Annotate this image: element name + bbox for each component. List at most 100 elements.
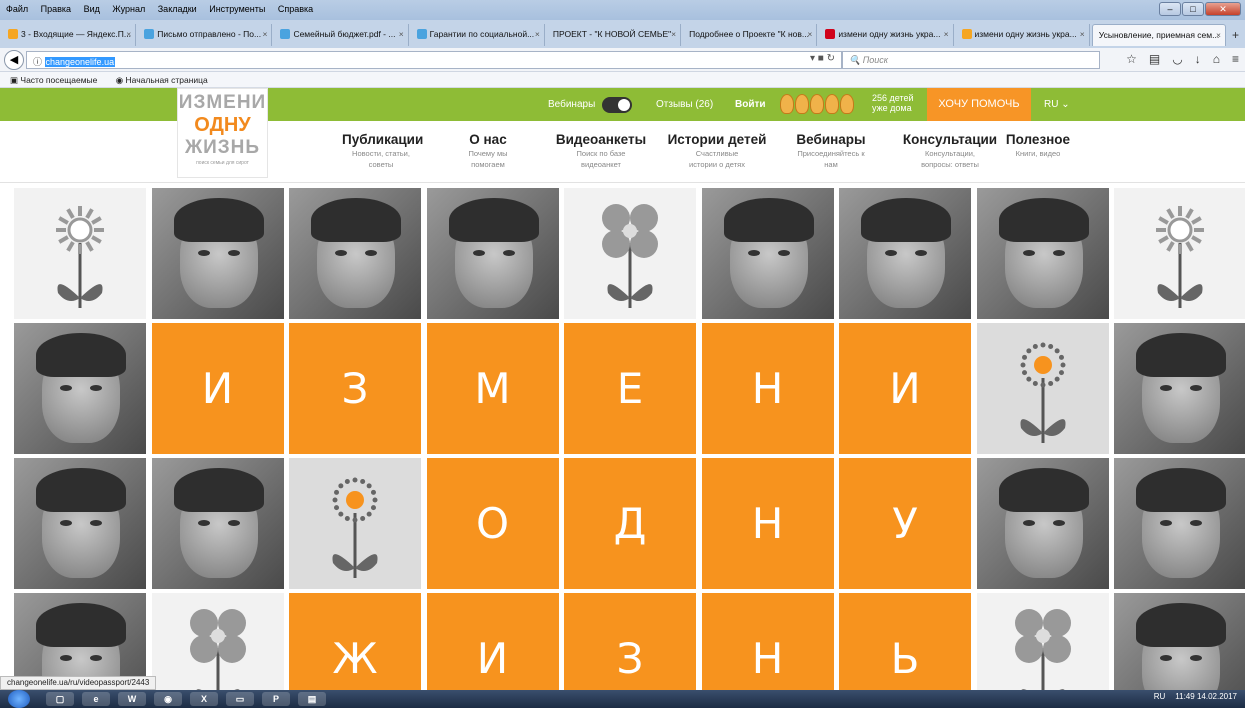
letter-tile[interactable]: И: [839, 323, 971, 454]
letter-tile[interactable]: Н: [701, 593, 834, 690]
tab-search-2[interactable]: измени одну жизнь укра... ×: [956, 24, 1090, 46]
reload-icon[interactable]: ▾ ■ ↻: [810, 53, 835, 64]
letter-tile[interactable]: Ь: [839, 593, 971, 690]
close-window-button[interactable]: ✕: [1205, 2, 1241, 16]
close-tab-icon[interactable]: ×: [1216, 30, 1221, 40]
info-icon: ⓘ: [33, 57, 45, 67]
nav-useful[interactable]: Полезное Книги, видео: [1004, 132, 1072, 158]
menu-icon[interactable]: ≡: [1232, 52, 1239, 66]
status-url: changeonelife.ua/ru/videopassport/2443: [0, 676, 157, 690]
bookmark-frequent[interactable]: ▣ Часто посещаемые: [10, 75, 105, 85]
start-button[interactable]: [8, 690, 30, 708]
child-photo-tile[interactable]: [14, 458, 146, 589]
minimize-button[interactable]: –: [1159, 2, 1181, 16]
app-icon[interactable]: ▤: [298, 692, 326, 706]
maximize-button[interactable]: □: [1182, 2, 1204, 16]
tray-language[interactable]: RU: [1154, 692, 1166, 701]
menu-help[interactable]: Справка: [272, 0, 317, 14]
nav-publications[interactable]: Публикации Новости, статьи, советы: [342, 132, 423, 169]
kids-tile-grid: ИЗМЕНИОДНУЖИЗНЬ: [14, 188, 1245, 690]
menu-edit[interactable]: Правка: [35, 0, 75, 14]
close-tab-icon[interactable]: ×: [807, 29, 812, 39]
close-tab-icon[interactable]: ×: [262, 29, 267, 39]
letter-tile[interactable]: И: [151, 323, 284, 454]
tab-family-budget[interactable]: Семейный бюджет.pdf - ... ×: [274, 24, 409, 46]
new-tab-button[interactable]: +: [1226, 24, 1245, 48]
letter-tile[interactable]: И: [426, 593, 559, 690]
excel-icon[interactable]: X: [190, 692, 218, 706]
letter-tile[interactable]: З: [289, 323, 421, 454]
tab-letter-sent[interactable]: Письмо отправлено - По... ×: [138, 24, 273, 46]
bookmark-home[interactable]: ◉ Начальная страница: [116, 75, 216, 85]
tab-search-1[interactable]: измени одну жизнь укра... ×: [819, 24, 954, 46]
webinars-toggle[interactable]: [602, 97, 632, 113]
child-photo-tile[interactable]: [289, 188, 421, 319]
tab-project-details[interactable]: Подробнее о Проекте "К нов... ×: [683, 24, 818, 46]
menu-file[interactable]: Файл: [0, 0, 32, 14]
child-photo-tile[interactable]: [839, 188, 971, 319]
flower-icon: [1014, 609, 1071, 690]
explorer-icon[interactable]: ▢: [46, 692, 74, 706]
search-input[interactable]: 🔍 Поиск: [842, 51, 1100, 69]
nav-webinars[interactable]: Вебинары Присоединяйтесь к нам: [788, 132, 874, 169]
nav-video-profiles[interactable]: Видеоанкеты Поиск по базе видеоанкет: [555, 132, 647, 169]
menu-view[interactable]: Вид: [78, 0, 104, 14]
nav-kids-stories[interactable]: Истории детей Счастливые истории о детях: [666, 132, 768, 169]
menu-bookmarks[interactable]: Закладки: [152, 0, 201, 14]
letter-tile[interactable]: Д: [564, 458, 696, 589]
child-photo-tile[interactable]: [1114, 458, 1245, 589]
child-photo-tile[interactable]: [1114, 593, 1245, 690]
close-tab-icon[interactable]: ×: [399, 29, 404, 39]
child-photo-tile[interactable]: [1114, 323, 1245, 454]
firefox-icon[interactable]: ◉: [154, 692, 182, 706]
close-tab-icon[interactable]: ×: [535, 29, 540, 39]
download-icon[interactable]: ↓: [1195, 52, 1201, 66]
close-tab-icon[interactable]: ×: [1080, 29, 1085, 39]
child-photo-tile[interactable]: [976, 458, 1109, 589]
close-tab-icon[interactable]: ×: [126, 29, 131, 39]
language-selector[interactable]: RU ⌄: [1044, 99, 1070, 110]
nav-consultations[interactable]: Консультации Консультации, вопросы: ответы: [898, 132, 1002, 169]
child-photo-tile[interactable]: [976, 188, 1109, 319]
menu-history[interactable]: Журнал: [106, 0, 149, 14]
word-icon[interactable]: W: [118, 692, 146, 706]
tab-yandex-mail[interactable]: 3 - Входящие — Яндекс.П... ×: [2, 24, 137, 46]
tab-guarantees[interactable]: Гарантии по социальной... ×: [411, 24, 545, 46]
taskbar-apps: ▢ e W ◉ X ▭ P ▤: [46, 692, 326, 706]
child-photo-tile[interactable]: [14, 323, 146, 454]
letter-tile[interactable]: З: [564, 593, 696, 690]
letter-tile[interactable]: Н: [701, 458, 834, 589]
letter-tile[interactable]: Е: [564, 323, 696, 454]
eye: [1190, 385, 1202, 391]
tab-adoption-active[interactable]: Усыновление, приемная сем... ×: [1091, 24, 1227, 46]
reviews-link[interactable]: Отзывы (26): [656, 99, 713, 110]
site-logo[interactable]: ИЗМЕНИ ОДНУ ЖИЗНЬ поиск семьи для сирот: [177, 88, 268, 178]
reading-list-icon[interactable]: ▤: [1149, 52, 1160, 66]
child-photo-tile[interactable]: [701, 188, 834, 319]
letter-tile[interactable]: Н: [701, 323, 834, 454]
back-icon[interactable]: ◀: [4, 50, 24, 70]
pdf-icon[interactable]: P: [262, 692, 290, 706]
child-photo-tile[interactable]: [151, 458, 284, 589]
eye: [60, 385, 72, 391]
login-link[interactable]: Войти: [735, 99, 766, 110]
home-icon[interactable]: ⌂: [1213, 52, 1220, 66]
tab-project[interactable]: ПРОЕКТ - "К НОВОЙ СЕМЬЕ" ×: [547, 24, 682, 46]
ie-icon[interactable]: e: [82, 692, 110, 706]
letter-tile[interactable]: М: [426, 323, 559, 454]
child-photo-tile[interactable]: [151, 188, 284, 319]
close-tab-icon[interactable]: ×: [944, 29, 949, 39]
pocket-icon[interactable]: ◡: [1172, 52, 1182, 66]
star-icon[interactable]: ☆: [1126, 52, 1137, 66]
letter-tile[interactable]: У: [839, 458, 971, 589]
address-bar[interactable]: ⓘ changeonelife.ua ▾ ■ ↻: [26, 51, 842, 69]
want-to-help-button[interactable]: ХОЧУ ПОМОЧЬ: [927, 88, 1031, 121]
folder-icon[interactable]: ▭: [226, 692, 254, 706]
menu-tools[interactable]: Инструменты: [203, 0, 269, 14]
nav-about[interactable]: О нас Почему мы помогаем: [460, 132, 516, 169]
close-tab-icon[interactable]: ×: [671, 29, 676, 39]
letter-tile[interactable]: Ж: [289, 593, 421, 690]
flower-icon: [56, 206, 104, 308]
letter-tile[interactable]: О: [426, 458, 559, 589]
child-photo-tile[interactable]: [426, 188, 559, 319]
